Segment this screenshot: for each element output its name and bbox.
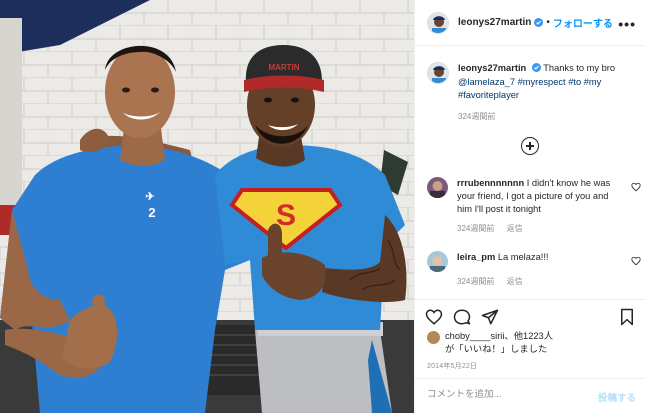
heart-icon[interactable] — [631, 182, 641, 192]
comment-username[interactable]: leira_pm — [457, 252, 495, 262]
comment-timestamp[interactable]: 324週間前 — [457, 224, 494, 233]
paper-plane-icon[interactable] — [481, 308, 499, 326]
comment-timestamp[interactable]: 324週間前 — [457, 277, 494, 286]
comment-icon[interactable] — [453, 308, 471, 326]
svg-text:✈: ✈ — [145, 191, 154, 203]
likes-line-1: choby____sirii、他1223人 — [445, 331, 554, 341]
follow-button[interactable]: フォローする — [553, 15, 613, 30]
commenter-avatar[interactable] — [427, 251, 448, 272]
post-photo[interactable]: ✈ 2 S MARTIN — [0, 0, 414, 413]
comment-item: rrrubennnnnnn I didn't know he was your … — [427, 177, 641, 235]
post-actions-bar — [415, 299, 645, 331]
photo-illustration: ✈ 2 S MARTIN — [0, 0, 414, 413]
caption-mention[interactable]: @lamelaza_7 — [458, 77, 515, 87]
likes-summary: choby____sirii、他1223人 が「いいね！」しました — [427, 330, 639, 355]
likes-text[interactable]: choby____sirii、他1223人 が「いいね！」しました — [445, 330, 553, 355]
heart-icon[interactable] — [425, 308, 443, 326]
plus-circle-icon[interactable] — [521, 137, 539, 155]
reply-button[interactable]: 返信 — [507, 277, 523, 286]
post-comment-button[interactable]: 投稿する — [598, 390, 636, 404]
verified-badge-icon — [531, 63, 541, 72]
more-options-icon[interactable]: ••• — [618, 16, 636, 32]
author-avatar[interactable] — [427, 11, 449, 34]
author-username[interactable]: leonys27martin — [458, 17, 531, 28]
separator-dot: • — [546, 17, 550, 28]
caption-text-block: leonys27martin Thanks to my bro @lamelaz… — [458, 62, 639, 123]
comment-input[interactable] — [427, 389, 587, 400]
comment-meta: 324週間前 返信 — [457, 275, 622, 288]
comment-text: La melaza!!! — [497, 252, 549, 262]
liker-avatar[interactable] — [427, 331, 440, 344]
caption-avatar[interactable] — [427, 62, 449, 84]
svg-text:MARTIN: MARTIN — [268, 63, 299, 72]
likes-line-2: が「いいね！」しました — [445, 343, 548, 354]
commenter-avatar[interactable] — [427, 177, 448, 198]
reply-button[interactable]: 返信 — [507, 224, 523, 233]
verified-badge-icon — [534, 18, 544, 27]
add-comment-bar: 投稿する — [415, 378, 645, 413]
comment-meta: 324週間前 返信 — [457, 222, 622, 235]
caption-username[interactable]: leonys27martin — [458, 63, 526, 73]
comment-username[interactable]: rrrubennnnnnn — [457, 178, 524, 188]
svg-text:2: 2 — [148, 205, 155, 220]
post-caption: leonys27martin Thanks to my bro @lamelaz… — [427, 62, 639, 123]
post-date[interactable]: 2014年5月22日 — [427, 361, 477, 371]
heart-icon[interactable] — [631, 256, 641, 266]
caption-text: Thanks to my bro — [543, 63, 616, 73]
caption-timestamp[interactable]: 324週間前 — [458, 110, 639, 124]
comment-item: leira_pm La melaza!!! 324週間前 返信 — [427, 251, 641, 288]
post-header: leonys27martin • フォローする ••• — [415, 0, 645, 46]
post-side-panel: leonys27martin • フォローする ••• leonys27mart… — [414, 0, 645, 413]
bookmark-icon[interactable] — [618, 308, 636, 326]
comment-text-block: rrrubennnnnnn I didn't know he was your … — [457, 177, 622, 235]
comment-text-block: leira_pm La melaza!!! 324週間前 返信 — [457, 251, 622, 288]
